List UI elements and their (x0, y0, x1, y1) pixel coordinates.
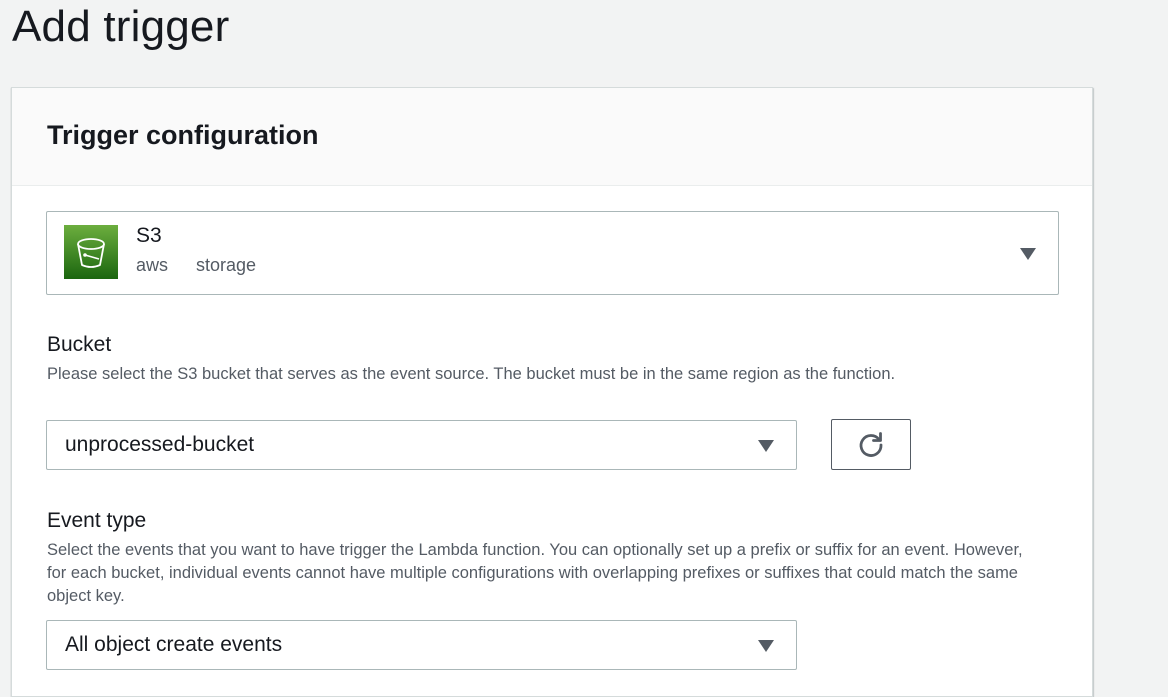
caret-down-icon (758, 440, 774, 452)
s3-bucket-icon (64, 225, 118, 279)
event-type-select[interactable]: All object create events (46, 620, 797, 670)
service-tag: aws (136, 255, 169, 275)
bucket-description: Please select the S3 bucket that serves … (47, 365, 896, 383)
service-tag: storage (196, 255, 257, 275)
event-type-label: Event type (47, 509, 147, 532)
caret-down-icon (758, 640, 774, 652)
service-tags: aws storage (136, 255, 284, 276)
caret-down-icon (1020, 248, 1036, 260)
bucket-select[interactable]: unprocessed-bucket (46, 420, 797, 470)
trigger-configuration-panel: Trigger configuration S3 aws storage Buck… (11, 87, 1093, 697)
bucket-select-value: unprocessed-bucket (65, 433, 255, 456)
panel-title: Trigger configuration (47, 120, 319, 150)
event-type-select-value: All object create events (65, 633, 283, 656)
refresh-buckets-button[interactable] (831, 419, 911, 470)
service-name: S3 (136, 224, 162, 247)
page-title: Add trigger (12, 2, 230, 51)
refresh-icon (859, 431, 883, 457)
trigger-source-select[interactable]: S3 aws storage (46, 211, 1059, 295)
bucket-label: Bucket (47, 333, 112, 356)
event-type-description: Select the events that you want to have … (47, 541, 1023, 605)
panel-header: Trigger configuration (12, 88, 1092, 186)
